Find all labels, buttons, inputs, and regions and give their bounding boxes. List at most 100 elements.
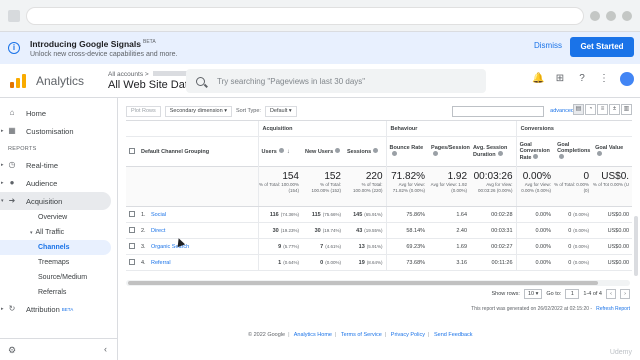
footer-terms-link[interactable]: Terms of Service <box>341 332 382 338</box>
collapse-icon: ▾ <box>1 198 4 204</box>
pie-view-icon[interactable]: ◔ <box>585 104 596 115</box>
row-checkbox[interactable] <box>129 259 135 266</box>
more-vert-icon[interactable]: ⋮ <box>598 73 610 85</box>
help-icon[interactable] <box>278 148 284 153</box>
url-field[interactable] <box>26 6 584 25</box>
cell-users: 30 (19.23%) <box>257 222 302 239</box>
profile-icon[interactable] <box>622 10 632 21</box>
goto-input[interactable]: 1 <box>565 289 580 299</box>
help-icon[interactable] <box>335 148 341 153</box>
plot-rows-button[interactable]: Plot Rows <box>126 105 161 117</box>
vertical-scrollbar[interactable] <box>634 216 638 276</box>
view-toggle-group: ▤ ◔ ≡ ± ▥ <box>573 104 632 115</box>
pivot-view-icon[interactable]: ▥ <box>621 104 632 115</box>
comparison-view-icon[interactable]: ± <box>609 104 620 115</box>
cell-completions: 0 (0.00%) <box>554 238 593 255</box>
sidebar-item-acquisition[interactable]: ▾ ➜ Acquisition <box>0 192 111 210</box>
sidebar-item-realtime[interactable]: ▸ ◷ Real-time <box>0 156 117 174</box>
sidebar-item-referrals[interactable]: Referrals <box>0 285 117 300</box>
footer-feedback-link[interactable]: Send Feedback <box>434 332 473 338</box>
footer-analytics-home-link[interactable]: Analytics Home <box>294 332 332 338</box>
help-icon[interactable] <box>597 151 603 156</box>
extension-icon[interactable] <box>606 10 616 21</box>
row-checkbox[interactable] <box>129 243 135 250</box>
clock-icon: ◷ <box>8 160 16 169</box>
cell-conv-rate: 0.00% <box>515 254 555 271</box>
bookmark-icon[interactable] <box>590 10 600 21</box>
footer-copyright: © 2022 Google <box>248 332 286 338</box>
sidebar-item-source-medium[interactable]: Source/Medium <box>0 270 117 285</box>
summary-pages: 1.92 Avg for View: 1.92 (0.00%) <box>428 166 471 207</box>
sidebar-item-attribution[interactable]: ▸ ↻ Attribution BETA <box>0 300 117 318</box>
help-icon[interactable] <box>373 148 379 153</box>
report-toolbar: Plot Rows Secondary dimension ▾ Sort Typ… <box>126 104 632 118</box>
cell-duration: 00:11:26 <box>470 254 517 271</box>
next-page-icon[interactable]: › <box>620 289 630 299</box>
help-icon[interactable] <box>559 154 565 159</box>
advanced-filter-link[interactable]: advanced <box>550 108 574 114</box>
col-goal-completions[interactable]: Goal Completions <box>554 136 593 167</box>
page-range: 1-4 of 4 <box>583 291 602 297</box>
table-filter-input[interactable] <box>452 105 544 117</box>
search-icon <box>196 76 205 86</box>
cell-completions: 0 (0.00%) <box>554 254 593 271</box>
col-sessions[interactable]: Sessions <box>344 136 387 167</box>
footer-privacy-link[interactable]: Privacy Policy <box>391 332 425 338</box>
col-bounce-rate[interactable]: Bounce Rate <box>385 136 429 167</box>
sort-type-select[interactable]: Default ▾ <box>264 105 297 117</box>
sidebar-item-home[interactable]: ⌂ Home <box>0 104 117 122</box>
sidebar-item-all-traffic[interactable]: ▾ All Traffic <box>0 225 117 240</box>
cell-value: US$0.00 <box>592 254 633 271</box>
horizontal-scrollbar[interactable] <box>126 280 630 286</box>
summary-conv-rate: 0.00% Avg for View: 0.00% (0.00%) <box>515 166 555 207</box>
sidebar-item-audience[interactable]: ▸ ● Audience <box>0 174 117 192</box>
cell-pages: 1.64 <box>428 206 471 223</box>
channel-link[interactable]: Social <box>151 212 166 218</box>
cell-sessions: 145 (65.91%) <box>344 206 387 223</box>
search-input[interactable]: Try searching "Pageviews in last 30 days… <box>186 69 486 93</box>
col-avg-duration[interactable]: Avg. Session Duration <box>470 136 517 167</box>
banner-beta-badge: BETA <box>142 38 156 45</box>
refresh-report-link[interactable]: Refresh Report <box>596 306 630 312</box>
get-started-button[interactable]: Get Started <box>570 37 634 57</box>
scrollbar-thumb[interactable] <box>128 281 598 285</box>
col-pages-session[interactable]: Pages/Session <box>428 136 471 167</box>
table-row: 1. Social 116 (74.36%) 115 (75.66%) 145 (65.91%… <box>126 206 633 223</box>
secondary-dimension-select[interactable]: Secondary dimension ▾ <box>164 105 232 117</box>
help-icon[interactable] <box>533 154 539 159</box>
expand-icon: ▸ <box>1 128 4 134</box>
col-new-users[interactable]: New Users <box>302 136 344 167</box>
col-goal-value[interactable]: Goal Value <box>592 136 633 167</box>
notifications-icon[interactable]: 🔔 <box>532 73 544 85</box>
col-users[interactable]: Users ↓ <box>257 136 302 167</box>
channel-link[interactable]: Direct <box>151 228 165 234</box>
dismiss-button[interactable]: Dismiss <box>534 41 562 50</box>
performance-view-icon[interactable]: ≡ <box>597 104 608 115</box>
prev-page-icon[interactable]: ‹ <box>606 289 616 299</box>
help-icon[interactable] <box>391 151 397 156</box>
collapse-sidebar-icon[interactable]: ‹ <box>104 344 107 354</box>
cell-conv-rate: 0.00% <box>515 222 555 239</box>
select-all-checkbox[interactable] <box>129 148 135 155</box>
apps-grid-icon[interactable]: ⊞ <box>554 73 566 85</box>
sidebar-item-customisation[interactable]: ▸ ▦ Customisation <box>0 122 117 140</box>
show-rows-label: Show rows: <box>491 291 520 297</box>
table-view-icon[interactable]: ▤ <box>573 104 584 115</box>
avatar[interactable] <box>620 72 634 86</box>
col-conversion-rate[interactable]: Goal Conversion Rate <box>515 136 555 167</box>
show-rows-select[interactable]: 10 ▾ <box>523 289 543 299</box>
row-checkbox[interactable] <box>129 211 135 218</box>
channel-link[interactable]: Referral <box>151 260 171 266</box>
summary-sessions: 220% of Total: 100.00% (220) <box>344 166 387 207</box>
help-icon[interactable] <box>497 151 503 156</box>
sidebar-item-overview[interactable]: Overview <box>0 210 117 225</box>
cell-new-users: 30 (19.74%) <box>302 222 344 239</box>
sidebar-item-channels[interactable]: Channels <box>0 240 111 255</box>
gear-icon[interactable]: ⚙ <box>8 345 16 356</box>
row-checkbox[interactable] <box>129 227 135 234</box>
help-icon[interactable]: ? <box>576 73 588 85</box>
sidebar-item-treemaps[interactable]: Treemaps <box>0 255 117 270</box>
col-dimension[interactable]: Default Channel Grouping <box>138 136 258 167</box>
acquisition-icon: ➜ <box>8 196 16 205</box>
help-icon[interactable] <box>433 151 439 156</box>
